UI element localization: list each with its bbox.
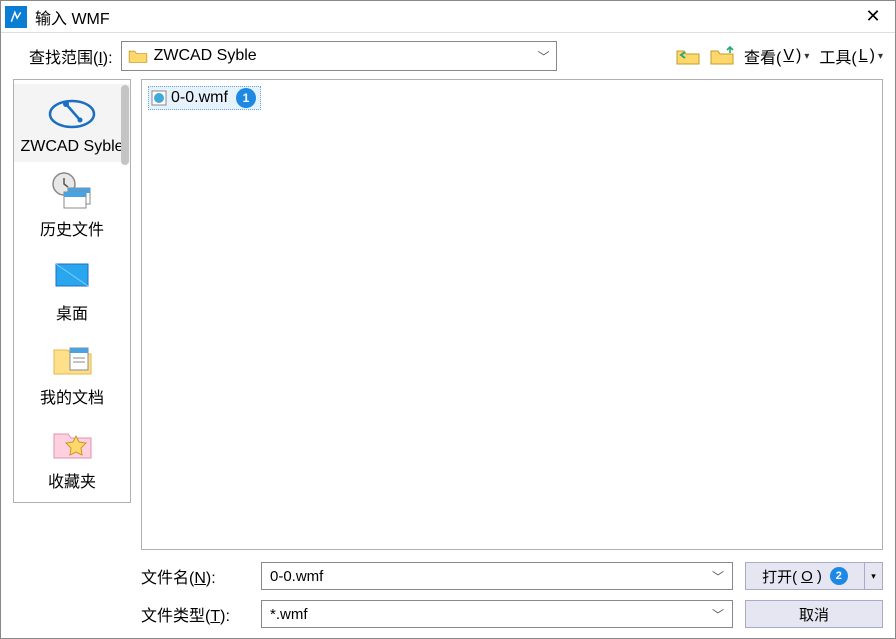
sidebar-item-history[interactable]: 历史文件 [14, 162, 130, 246]
history-icon [46, 170, 98, 210]
view-menu[interactable]: 查看(V)▾ [744, 44, 809, 68]
wmf-file-icon [151, 90, 167, 106]
lookin-select[interactable]: ZWCAD Syble ﹀ [121, 41, 557, 71]
sidebar-item-label: 我的文档 [40, 384, 104, 408]
callout-badge-1: 1 [236, 88, 256, 108]
zwcad-logo-icon [46, 92, 98, 132]
toolbar: 查看(V)▾ 工具(L)▾ [676, 44, 883, 68]
filename-label: 文件名(N): [141, 564, 249, 588]
chevron-down-icon: ▾ [804, 51, 809, 62]
close-button[interactable]: ✕ [855, 2, 891, 32]
chevron-down-icon: ﹀ [712, 606, 724, 623]
bottom-panel: 文件名(N): 0-0.wmf ﹀ 打开(O) 2 ▾ [141, 550, 883, 628]
up-folder-icon[interactable] [710, 46, 734, 66]
file-item[interactable]: 0-0.wmf 1 [148, 86, 261, 110]
folder-icon [128, 48, 148, 64]
sidebar-item-zwcad[interactable]: ZWCAD Syble [14, 84, 130, 162]
dialog-title: 输入 WMF [35, 5, 855, 29]
chevron-down-icon: ▾ [878, 51, 883, 62]
lookin-label: 查找范围(I): [29, 44, 113, 68]
chevron-down-icon: ﹀ [712, 568, 724, 585]
import-wmf-dialog: 输入 WMF ✕ 查找范围(I): ZWCAD Syble ﹀ 查看(V)▾ 工 [0, 0, 896, 639]
open-button-dropdown[interactable]: ▾ [865, 562, 883, 590]
places-sidebar: ZWCAD Syble 历史文件 [13, 79, 131, 503]
sidebar-item-label: 收藏夹 [48, 468, 96, 492]
main-area: 0-0.wmf 1 文件名(N): 0-0.wmf ﹀ 打开(O) [141, 79, 883, 628]
sidebar-item-desktop[interactable]: 桌面 [14, 246, 130, 330]
file-list[interactable]: 0-0.wmf 1 [141, 79, 883, 550]
favorites-icon [46, 422, 98, 462]
filename-row: 文件名(N): 0-0.wmf ﹀ 打开(O) 2 ▾ [141, 562, 883, 590]
tools-menu[interactable]: 工具(L)▾ [819, 44, 883, 68]
filename-input[interactable]: 0-0.wmf ﹀ [261, 562, 733, 590]
lookin-row: 查找范围(I): ZWCAD Syble ﹀ 查看(V)▾ 工具(L)▾ [1, 33, 895, 79]
dialog-body: ZWCAD Syble 历史文件 [1, 79, 895, 638]
sidebar-item-documents[interactable]: 我的文档 [14, 330, 130, 414]
sidebar-scrollbar[interactable] [121, 85, 129, 165]
desktop-icon [46, 254, 98, 294]
callout-badge-2: 2 [830, 567, 848, 585]
filename-value: 0-0.wmf [270, 568, 712, 585]
lookin-value: ZWCAD Syble [154, 47, 532, 65]
sidebar-item-label: 历史文件 [40, 216, 104, 240]
filetype-row: 文件类型(T): *.wmf ﹀ 取消 [141, 600, 883, 628]
documents-icon [46, 338, 98, 378]
filetype-value: *.wmf [270, 606, 712, 623]
sidebar-item-label: ZWCAD Syble [20, 138, 123, 156]
sidebar-item-label: 桌面 [56, 300, 88, 324]
back-folder-icon[interactable] [676, 46, 700, 66]
cancel-button[interactable]: 取消 [745, 600, 883, 628]
open-button-group: 打开(O) 2 ▾ [745, 562, 883, 590]
app-icon [5, 6, 27, 28]
file-item-label: 0-0.wmf [171, 89, 228, 107]
filetype-label: 文件类型(T): [141, 602, 249, 626]
filetype-select[interactable]: *.wmf ﹀ [261, 600, 733, 628]
open-button[interactable]: 打开(O) 2 [745, 562, 865, 590]
titlebar: 输入 WMF ✕ [1, 1, 895, 33]
chevron-down-icon: ▾ [871, 571, 876, 582]
chevron-down-icon: ﹀ [538, 48, 550, 65]
sidebar-item-favorites[interactable]: 收藏夹 [14, 414, 130, 498]
